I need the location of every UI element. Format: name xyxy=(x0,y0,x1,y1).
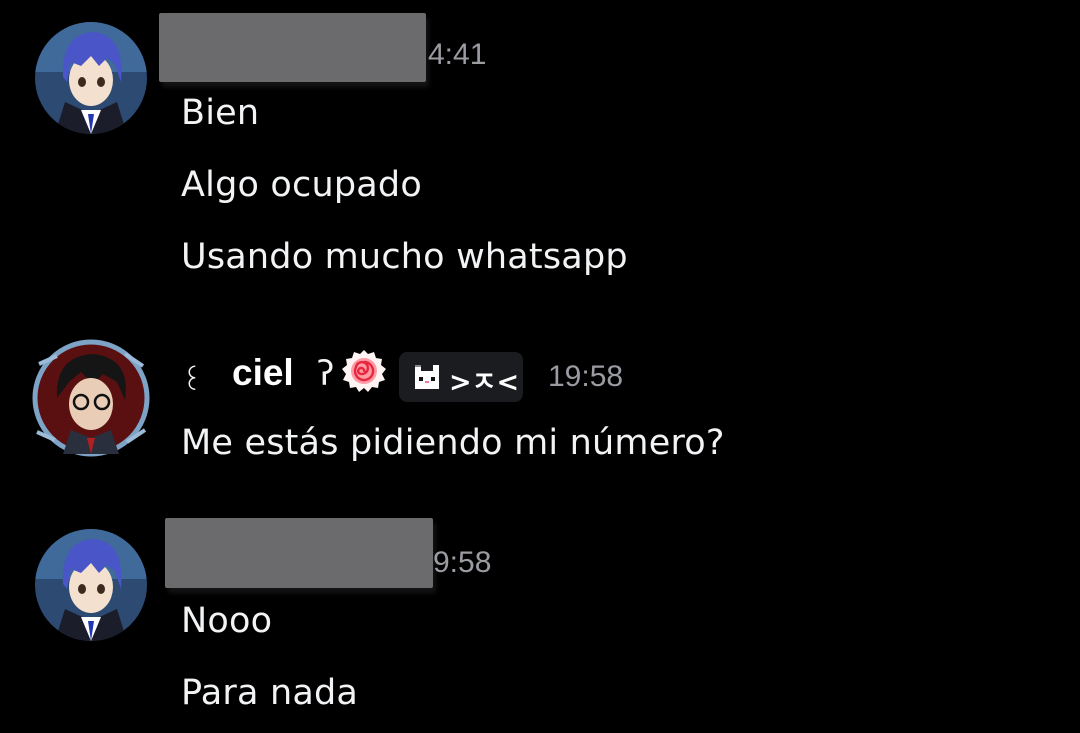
guild-tag-text: >ㅈ< xyxy=(449,367,520,398)
message-line: Bien xyxy=(181,93,260,133)
redacted-username xyxy=(159,13,426,82)
decoration-glyph: ʔ xyxy=(317,354,335,394)
user-avatar[interactable] xyxy=(27,334,155,462)
user-avatar[interactable] xyxy=(35,529,147,641)
user-avatar[interactable] xyxy=(35,22,147,134)
message-line: Usando mucho whatsapp xyxy=(181,237,628,277)
message-line: Algo ocupado xyxy=(181,165,422,205)
decoration-glyph: ꒰ xyxy=(181,364,203,397)
anime-avatar-glasses-icon xyxy=(27,334,155,462)
message-line: Nooo xyxy=(181,601,273,641)
message-line: Para nada xyxy=(181,673,359,713)
message-timestamp: 4:41 xyxy=(428,38,487,71)
anime-avatar-icon xyxy=(35,529,147,641)
naruto-candy-icon xyxy=(342,350,386,392)
username[interactable]: ciel xyxy=(232,352,294,394)
message-timestamp: 9:58 xyxy=(433,546,492,579)
message-timestamp: 19:58 xyxy=(548,360,624,393)
redacted-username xyxy=(165,518,433,588)
guild-tag-badge[interactable]: >ㅈ< xyxy=(399,352,523,402)
anime-avatar-icon xyxy=(35,22,147,134)
pixel-cat-icon xyxy=(415,365,439,389)
message-line: Me estás pidiendo mi número? xyxy=(181,423,725,463)
